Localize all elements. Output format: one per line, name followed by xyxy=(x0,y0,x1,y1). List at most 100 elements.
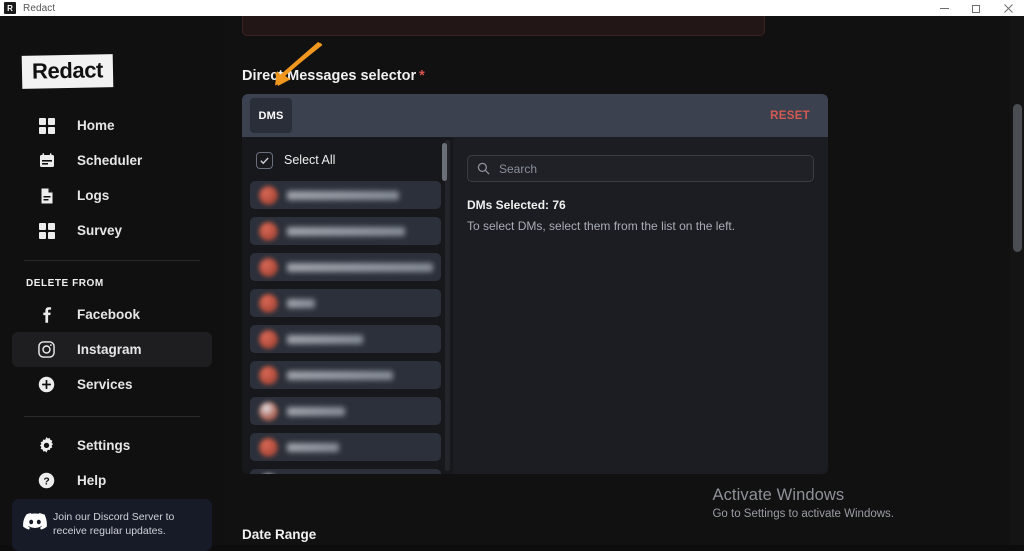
sidebar-item-home[interactable]: Home xyxy=(12,108,212,143)
dm-avatar xyxy=(259,365,278,385)
search-icon xyxy=(477,162,490,175)
question-circle-icon: ? xyxy=(38,472,55,489)
dm-name-redacted xyxy=(287,298,315,308)
dm-list-scrollbar-track[interactable] xyxy=(442,140,450,471)
sidebar-item-help[interactable]: ? Help xyxy=(12,463,212,498)
grid-icon xyxy=(38,117,55,134)
logo-container: Redact xyxy=(0,16,224,89)
dm-name-redacted xyxy=(287,334,363,344)
sidebar-item-label: Scheduler xyxy=(77,152,143,168)
dm-avatar xyxy=(259,401,278,421)
page-scrollbar-track[interactable] xyxy=(1010,16,1024,545)
watermark-line-2: Go to Settings to activate Windows. xyxy=(712,508,894,520)
sidebar-item-label: Home xyxy=(77,117,115,133)
dm-detail-pane: DMs Selected: 76 To select DMs, select t… xyxy=(453,137,828,474)
sidebar-item-label: Help xyxy=(77,472,107,488)
app-logo: Redact xyxy=(21,54,114,89)
document-icon xyxy=(38,187,55,204)
grid-icon xyxy=(38,222,55,239)
dm-list-item[interactable] xyxy=(250,325,441,353)
sidebar-item-label: Survey xyxy=(77,222,123,238)
dm-list-item[interactable] xyxy=(250,289,441,317)
dm-list-item[interactable] xyxy=(250,217,441,245)
dm-list-item[interactable] xyxy=(250,253,441,281)
dm-selector-card: DMS RESET Select All Search DMs Selected… xyxy=(242,94,828,474)
dm-list-item[interactable] xyxy=(250,181,441,209)
instagram-icon xyxy=(38,341,55,358)
dm-name-redacted xyxy=(287,406,345,416)
reset-button[interactable]: RESET xyxy=(770,110,810,122)
sidebar-item-facebook[interactable]: Facebook xyxy=(12,297,212,332)
dm-avatar xyxy=(259,329,278,349)
sidebar-item-label: Services xyxy=(77,376,133,392)
dm-list-item[interactable] xyxy=(250,397,441,425)
minimize-button[interactable] xyxy=(928,0,960,16)
sidebar-item-label: Settings xyxy=(77,437,131,453)
sidebar-item-instagram[interactable]: Instagram xyxy=(12,332,212,367)
services-nav: Facebook Instagram Services xyxy=(0,297,224,402)
check-icon xyxy=(260,156,269,164)
selector-body: Select All DMs Selected: 76 xyxy=(242,137,828,474)
sidebar-item-label: Facebook xyxy=(77,306,141,322)
dm-list[interactable] xyxy=(242,181,453,474)
tab-dms[interactable]: DMS xyxy=(250,98,292,133)
warning-box: See an example here xyxy=(242,16,765,36)
dm-avatar xyxy=(259,257,278,277)
window-titlebar: R Redact xyxy=(0,0,1024,16)
facebook-icon xyxy=(38,306,55,323)
svg-text:?: ? xyxy=(43,476,49,487)
date-range-title: Date Range xyxy=(242,527,317,542)
dm-name-redacted xyxy=(287,190,399,200)
dm-list-scrollbar-thumb[interactable] xyxy=(442,143,447,181)
dm-name-redacted xyxy=(287,442,339,452)
gear-icon xyxy=(38,437,55,454)
discord-banner-text: Join our Discord Server to receive regul… xyxy=(53,511,175,538)
pointer-arrow-annotation xyxy=(275,42,323,86)
page-scrollbar-thumb[interactable] xyxy=(1013,104,1022,252)
sidebar-item-services[interactable]: Services xyxy=(12,367,212,402)
window-title: Redact xyxy=(23,2,56,14)
sidebar-item-scheduler[interactable]: Scheduler xyxy=(12,143,212,178)
plus-circle-icon xyxy=(38,376,55,393)
dm-list-item[interactable] xyxy=(250,469,441,474)
search-box[interactable] xyxy=(467,155,814,182)
selector-header: DMS RESET xyxy=(242,94,828,137)
dm-name-redacted xyxy=(287,262,433,272)
dm-name-redacted xyxy=(287,370,393,380)
watermark-line-1: Activate Windows xyxy=(712,486,845,504)
dm-list-item[interactable] xyxy=(250,361,441,389)
dm-avatar xyxy=(259,293,278,313)
select-all-row[interactable]: Select All xyxy=(242,147,453,173)
sidebar-item-label: Logs xyxy=(77,187,110,203)
close-button[interactable] xyxy=(992,0,1024,16)
dm-avatar xyxy=(259,221,278,241)
dm-avatar xyxy=(259,437,278,457)
dm-name-redacted xyxy=(287,226,405,236)
primary-nav: Home Scheduler Logs Survey xyxy=(0,108,224,248)
select-all-label: Select All xyxy=(284,153,336,167)
dm-list-pane: Select All xyxy=(242,137,453,474)
discord-banner[interactable]: Join our Discord Server to receive regul… xyxy=(12,499,212,551)
select-all-checkbox[interactable] xyxy=(256,151,273,169)
sidebar-item-settings[interactable]: Settings xyxy=(12,428,212,463)
sidebar-divider-1 xyxy=(24,260,200,261)
sidebar-item-logs[interactable]: Logs xyxy=(12,178,212,213)
sidebar-section-title: DELETE FROM xyxy=(26,278,104,289)
required-marker: * xyxy=(419,68,425,84)
sidebar-item-survey[interactable]: Survey xyxy=(12,213,212,248)
close-icon xyxy=(1003,3,1013,13)
dm-avatar xyxy=(259,185,278,205)
footer-nav: Settings ? Help xyxy=(0,428,224,498)
maximize-button[interactable] xyxy=(960,0,992,16)
dms-selected-count: DMs Selected: 76 xyxy=(467,198,566,212)
search-input[interactable] xyxy=(499,161,804,176)
dm-list-item[interactable] xyxy=(250,433,441,461)
app-icon: R xyxy=(4,2,16,14)
dms-hint-text: To select DMs, select them from the list… xyxy=(467,219,736,233)
window-controls xyxy=(928,0,1024,16)
activate-windows-watermark: Activate Windows Go to Settings to activ… xyxy=(712,486,894,520)
maximize-icon xyxy=(971,4,980,13)
discord-icon xyxy=(22,512,48,537)
sidebar: Redact Home Scheduler Logs Survey DELETE… xyxy=(0,16,224,551)
sidebar-item-label: Instagram xyxy=(77,341,142,357)
